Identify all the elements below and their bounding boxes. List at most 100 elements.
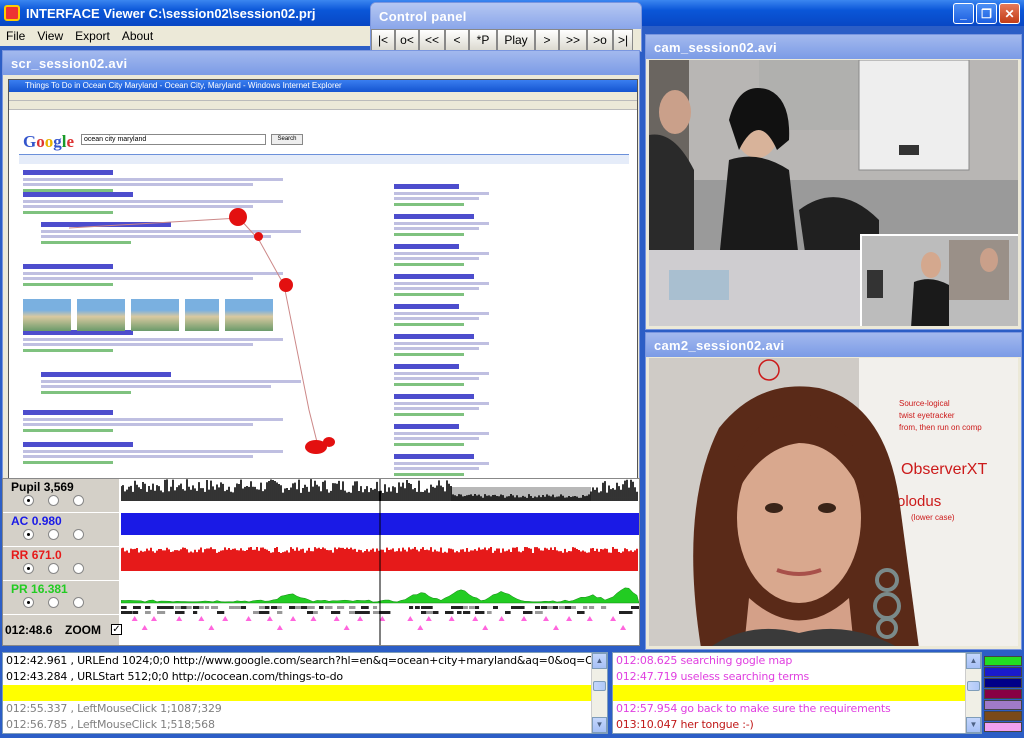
radio-option[interactable] [48, 529, 59, 540]
log-entry[interactable]: 012:42.961 , URLEnd 1024;0;0 http://www.… [3, 653, 607, 669]
step-forward-button[interactable]: > [535, 29, 559, 51]
scroll-down-icon[interactable]: ▼ [592, 717, 607, 733]
event-mark [523, 611, 533, 614]
scroll-thumb[interactable] [593, 681, 606, 691]
close-button[interactable]: ✕ [999, 3, 1020, 24]
annotation-entry[interactable]: 013:10.047 her tongue :-) [613, 717, 981, 733]
event-mark [145, 611, 151, 614]
play-button[interactable]: Play [497, 29, 535, 51]
event-mark [361, 611, 370, 614]
participant-video-frame[interactable]: ObserverXT olodus Source-logical twist e… [649, 358, 1018, 646]
radio-option[interactable] [73, 529, 84, 540]
zoom-label: ZOOM [65, 623, 101, 637]
menu-about[interactable]: About [120, 29, 161, 43]
annotation-entry[interactable]: 012:57.954 go back to make sure the requ… [613, 701, 981, 717]
control-panel-title[interactable]: Control panel [371, 3, 641, 29]
annotation-entry[interactable]: 012:08.625 searching gogle map [613, 653, 981, 669]
classroom-video-frame[interactable] [649, 60, 1018, 326]
event-log[interactable]: 012:42.961 , URLEnd 1024;0;0 http://www.… [2, 652, 608, 734]
step-back-button[interactable]: < [445, 29, 469, 51]
event-mark [307, 606, 315, 609]
radio-option[interactable] [73, 495, 84, 506]
prev-event-button[interactable]: o< [395, 29, 419, 51]
radio-option[interactable] [23, 495, 34, 506]
signal-label-ac: AC 0.980 [11, 514, 62, 528]
annotation-marker [276, 625, 283, 630]
event-mark [583, 606, 588, 609]
browser-address-bar [9, 92, 637, 101]
radio-option[interactable] [48, 563, 59, 574]
color-swatch[interactable] [984, 667, 1022, 677]
fast-rewind-button[interactable]: << [419, 29, 445, 51]
event-mark [463, 606, 468, 609]
screen-recording-frame[interactable]: Things To Do in Ocean City Maryland - Oc… [8, 79, 638, 525]
color-swatch[interactable] [984, 711, 1022, 721]
log-entry[interactable]: 012:43.284 , URLStart 512;0;0 http://oco… [3, 669, 607, 685]
color-swatch[interactable] [984, 689, 1022, 699]
annotation-log-scrollbar[interactable]: ▲ ▼ [965, 653, 981, 733]
go-start-button[interactable]: |< [371, 29, 395, 51]
event-mark [469, 606, 475, 609]
pause-button[interactable]: *P [469, 29, 497, 51]
radio-option[interactable] [48, 597, 59, 608]
signal-traces[interactable] [121, 479, 639, 645]
radio-option[interactable] [23, 563, 34, 574]
log-entry-current[interactable] [3, 685, 607, 701]
annotation-log[interactable]: 012:08.625 searching gogle map 012:47.71… [612, 652, 982, 734]
radio-option[interactable] [48, 495, 59, 506]
signal-label-pr: PR 16.381 [11, 582, 68, 596]
app-icon [4, 5, 20, 21]
scroll-up-icon[interactable]: ▲ [592, 653, 607, 669]
color-swatch[interactable] [984, 678, 1022, 688]
fast-forward-button[interactable]: >> [559, 29, 587, 51]
menu-bar: File View Export About [0, 26, 370, 46]
color-swatch[interactable] [984, 656, 1022, 666]
menu-export[interactable]: Export [73, 29, 118, 43]
whiteboard-text: twist eyetracker [899, 411, 955, 420]
annotation-marker [208, 625, 215, 630]
menu-file[interactable]: File [4, 29, 33, 43]
screen-video-title[interactable]: scr_session02.avi [3, 51, 639, 75]
event-mark [337, 606, 345, 609]
event-mark [277, 606, 282, 609]
annotation-marker [610, 616, 617, 621]
signal-row-pupil: Pupil 3,569 [3, 479, 119, 513]
event-mark [175, 611, 185, 614]
log-entry[interactable]: 012:56.785 , LeftMouseClick 1;518;568 [3, 717, 607, 733]
camera2-video-panel: cam2_session02.avi ObserverXT olodus Sou… [645, 332, 1022, 650]
signal-label-rr: RR 671.0 [11, 548, 62, 562]
go-end-button[interactable]: >| [613, 29, 633, 51]
event-mark [295, 606, 302, 609]
event-mark [457, 606, 464, 609]
minimize-button[interactable]: _ [953, 3, 974, 24]
event-mark [313, 611, 318, 614]
color-swatch[interactable] [984, 722, 1022, 732]
event-mark [517, 606, 525, 609]
event-log-scrollbar[interactable]: ▲ ▼ [591, 653, 607, 733]
radio-option[interactable] [23, 597, 34, 608]
scroll-down-icon[interactable]: ▼ [966, 717, 981, 733]
event-mark [373, 606, 378, 609]
viewer-app: INTERFACE Viewer C:\session02\session02.… [0, 0, 1024, 738]
restore-button[interactable]: ❐ [976, 3, 997, 24]
scroll-thumb[interactable] [967, 681, 980, 691]
scroll-up-icon[interactable]: ▲ [966, 653, 981, 669]
color-swatch[interactable] [984, 700, 1022, 710]
annotation-entry-current[interactable] [613, 685, 981, 701]
radio-option[interactable] [23, 529, 34, 540]
annotation-marker [498, 616, 505, 621]
annotation-entry[interactable]: 012:47.719 useless searching terms [613, 669, 981, 685]
event-mark [235, 606, 242, 609]
event-mark [133, 606, 141, 609]
event-mark [487, 611, 492, 614]
event-mark [319, 606, 324, 609]
radio-option[interactable] [73, 563, 84, 574]
camera-video-panel: cam_session02.avi [645, 34, 1022, 330]
menu-view[interactable]: View [35, 29, 71, 43]
log-entry[interactable]: 012:55.337 , LeftMouseClick 1;1087;329 [3, 701, 607, 717]
camera-video-title[interactable]: cam_session02.avi [646, 35, 1021, 59]
classroom-scene [649, 60, 1018, 326]
radio-option[interactable] [73, 597, 84, 608]
camera2-video-title[interactable]: cam2_session02.avi [646, 333, 1021, 357]
next-event-button[interactable]: >o [587, 29, 613, 51]
